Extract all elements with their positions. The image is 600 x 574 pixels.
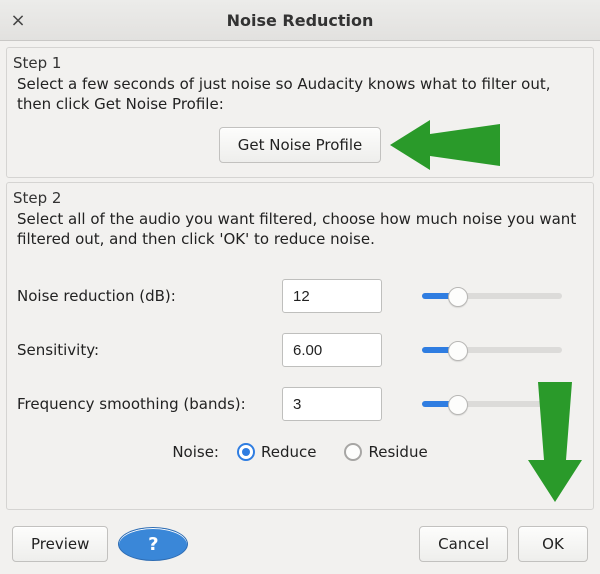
button-bar: Preview ? Cancel OK <box>0 516 600 574</box>
step2-header: Step 2 <box>13 189 583 207</box>
radio-reduce-label: Reduce <box>261 443 316 461</box>
close-button[interactable]: × <box>0 10 36 31</box>
slider-sensitivity[interactable] <box>422 340 562 360</box>
noise-mode-row: Noise: Reduce Residue <box>17 443 583 461</box>
step1-panel: Step 1 Select a few seconds of just nois… <box>6 47 594 178</box>
step1-header: Step 1 <box>13 54 583 72</box>
step2-panel: Step 2 Select all of the audio you want … <box>6 182 594 511</box>
label-frequency-smoothing: Frequency smoothing (bands): <box>17 395 282 413</box>
radio-reduce[interactable]: Reduce <box>237 443 316 461</box>
radio-residue[interactable]: Residue <box>344 443 427 461</box>
input-sensitivity[interactable] <box>282 333 382 367</box>
slider-noise-reduction[interactable] <box>422 286 562 306</box>
noise-reduction-dialog: × Noise Reduction Step 1 Select a few se… <box>0 0 600 574</box>
preview-button[interactable]: Preview <box>12 526 108 562</box>
get-noise-profile-button[interactable]: Get Noise Profile <box>219 127 382 163</box>
label-sensitivity: Sensitivity: <box>17 341 282 359</box>
input-frequency-smoothing[interactable] <box>282 387 382 421</box>
cancel-button[interactable]: Cancel <box>419 526 508 562</box>
window-title: Noise Reduction <box>0 11 600 30</box>
label-noise-reduction: Noise reduction (dB): <box>17 287 282 305</box>
radio-residue-label: Residue <box>368 443 427 461</box>
slider-frequency-smoothing[interactable] <box>422 394 562 414</box>
help-button[interactable]: ? <box>118 527 188 561</box>
param-sensitivity: Sensitivity: <box>17 333 583 367</box>
param-frequency-smoothing: Frequency smoothing (bands): <box>17 387 583 421</box>
dialog-content: Step 1 Select a few seconds of just nois… <box>0 41 600 574</box>
parameters: Noise reduction (dB): Sensitivity: <box>17 279 583 421</box>
titlebar: × Noise Reduction <box>0 0 600 41</box>
step2-instructions: Select all of the audio you want filtere… <box>17 209 583 250</box>
step1-instructions: Select a few seconds of just noise so Au… <box>17 74 583 115</box>
noise-label: Noise: <box>172 443 219 461</box>
radio-dot-icon <box>344 443 362 461</box>
input-noise-reduction[interactable] <box>282 279 382 313</box>
param-noise-reduction: Noise reduction (dB): <box>17 279 583 313</box>
ok-button[interactable]: OK <box>518 526 588 562</box>
radio-dot-icon <box>237 443 255 461</box>
